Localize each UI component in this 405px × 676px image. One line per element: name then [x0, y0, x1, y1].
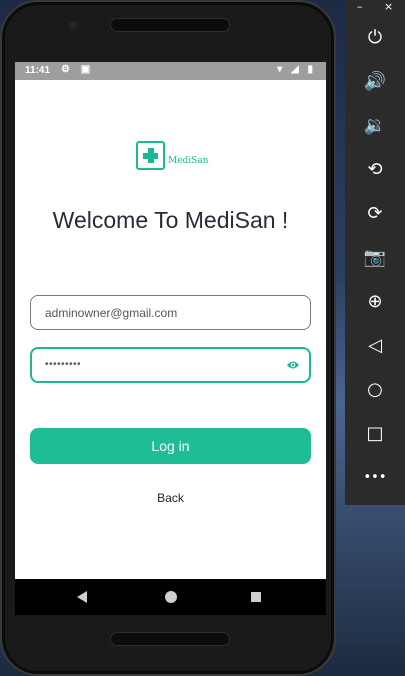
- volume-up-icon[interactable]: 🔊: [345, 67, 405, 97]
- status-left-icons: ⚙ ▣: [61, 64, 95, 75]
- nav-home-icon[interactable]: [165, 591, 177, 603]
- camera-icon: [69, 21, 77, 29]
- more-icon[interactable]: •••: [345, 463, 405, 493]
- camera-icon[interactable]: 📷: [345, 243, 405, 273]
- logo-text: MediSan: [168, 156, 209, 166]
- emulator-phone-frame: 11:41 ⚙ ▣ ▾ ◢ ▮ MediSan Welcome To MediS…: [0, 0, 336, 676]
- overview-icon[interactable]: □: [345, 419, 405, 449]
- minimize-icon[interactable]: –: [357, 0, 363, 13]
- power-icon[interactable]: ⏻: [345, 23, 405, 53]
- email-field[interactable]: [30, 295, 311, 330]
- status-right-icons: ▾ ◢ ▮: [277, 64, 316, 75]
- home-icon[interactable]: ○: [345, 375, 405, 405]
- eye-icon[interactable]: [286, 359, 300, 371]
- bottom-speaker: [110, 632, 230, 646]
- login-button[interactable]: Log in: [30, 428, 311, 464]
- volume-down-icon[interactable]: 🔉: [345, 111, 405, 141]
- close-icon[interactable]: ×: [384, 0, 393, 13]
- phone-screen: 11:41 ⚙ ▣ ▾ ◢ ▮ MediSan Welcome To MediS…: [15, 62, 326, 615]
- password-input[interactable]: •••••••••: [45, 359, 81, 370]
- rotate-right-icon[interactable]: ⟳: [345, 199, 405, 229]
- email-input[interactable]: [45, 296, 300, 329]
- back-icon[interactable]: ◁: [345, 331, 405, 361]
- nav-back-icon[interactable]: [77, 591, 87, 603]
- nav-recent-icon[interactable]: [251, 592, 261, 602]
- welcome-title: Welcome To MediSan !: [52, 207, 289, 233]
- top-speaker: [110, 18, 230, 32]
- status-bar: 11:41 ⚙ ▣ ▾ ◢ ▮: [15, 62, 326, 80]
- status-time: 11:41: [25, 65, 51, 76]
- medisan-logo: MediSan: [136, 141, 209, 171]
- password-field[interactable]: •••••••••: [30, 347, 311, 383]
- medical-cross-icon: [136, 141, 165, 170]
- zoom-icon[interactable]: ⊕: [345, 287, 405, 317]
- android-nav-bar: [15, 579, 326, 615]
- rotate-left-icon[interactable]: ⟲: [345, 155, 405, 185]
- back-link[interactable]: Back: [15, 491, 326, 505]
